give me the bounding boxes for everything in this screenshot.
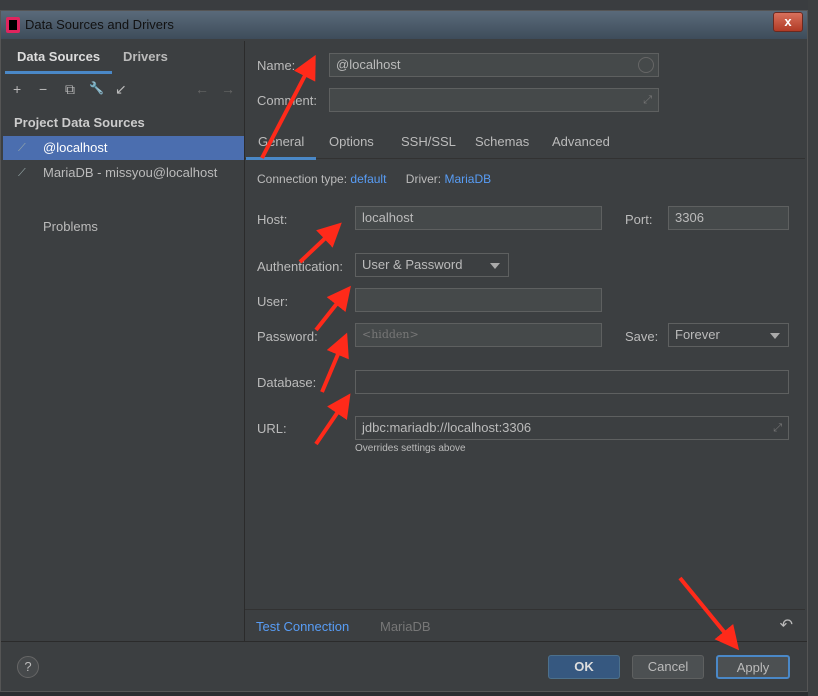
list-item-mariadb[interactable]: ⟋ MariaDB - missyou@localhost <box>3 161 244 185</box>
import-icon[interactable]: ↙ <box>115 81 127 98</box>
tab-options[interactable]: Options <box>329 134 374 149</box>
comment-label: Comment: <box>257 93 317 108</box>
add-icon[interactable]: + <box>13 81 21 97</box>
window-title: Data Sources and Drivers <box>25 17 174 32</box>
driver-label: Driver: <box>405 172 442 186</box>
app-icon <box>6 17 20 33</box>
color-circle-icon[interactable] <box>638 57 654 73</box>
driver-name: MariaDB <box>380 619 431 634</box>
forward-icon[interactable]: → <box>221 81 235 97</box>
url-input[interactable]: jdbc:mariadb://localhost:3306 ⤢ <box>355 416 789 440</box>
settings-panel: Name: @localhost Comment: ⤢ General Opti… <box>245 41 805 641</box>
tab-advanced[interactable]: Advanced <box>552 134 610 149</box>
close-button[interactable]: x <box>773 12 803 32</box>
revert-icon[interactable]: ↶ <box>780 615 793 635</box>
password-label: Password: <box>257 329 318 344</box>
ok-button[interactable]: OK <box>548 655 620 679</box>
list-item-localhost[interactable]: ⟋ @localhost <box>3 136 244 160</box>
button-bar: ? OK Cancel Apply <box>1 641 807 691</box>
database-label: Database: <box>257 375 317 390</box>
test-connection-link[interactable]: Test Connection <box>256 619 349 634</box>
toolbar: + − ⧉ 🔧 ↙ ← → <box>13 81 244 99</box>
password-input[interactable]: <hidden> <box>355 323 602 347</box>
url-label: URL: <box>257 421 287 436</box>
section-heading: Project Data Sources <box>14 115 145 130</box>
comment-input[interactable]: ⤢ <box>329 88 659 112</box>
tab-general[interactable]: General <box>245 134 317 160</box>
datasource-icon: ⟋ <box>18 167 26 179</box>
wrench-icon[interactable]: 🔧 <box>89 81 104 95</box>
name-input[interactable]: @localhost <box>329 53 659 77</box>
title-bar: Data Sources and Drivers x <box>1 11 807 39</box>
driver-link[interactable]: MariaDB <box>444 172 491 186</box>
expand-icon[interactable]: ⤢ <box>643 89 652 111</box>
url-hint: Overrides settings above <box>355 443 466 454</box>
copy-icon[interactable]: ⧉ <box>65 81 75 98</box>
help-button[interactable]: ? <box>17 656 39 678</box>
port-label: Port: <box>625 212 653 227</box>
authentication-select[interactable]: User & Password <box>355 253 509 277</box>
problems-item[interactable]: Problems <box>3 215 244 239</box>
cancel-button[interactable]: Cancel <box>632 655 704 679</box>
name-label: Name: <box>257 58 296 73</box>
save-label: Save: <box>625 329 659 344</box>
remove-icon[interactable]: − <box>39 81 47 97</box>
authentication-label: Authentication: <box>257 259 344 274</box>
connection-type-label: Connection type: <box>257 172 348 186</box>
settings-tabs: General Options SSH/SSL Schemas Advanced <box>245 129 805 160</box>
data-sources-dialog: Data Sources and Drivers x Data Sources … <box>0 10 808 692</box>
host-input[interactable]: localhost <box>355 206 602 230</box>
back-icon[interactable]: ← <box>195 81 209 97</box>
datasource-icon: ⟋ <box>18 142 26 154</box>
tab-schemas[interactable]: Schemas <box>475 134 529 149</box>
footer-bar: Test Connection MariaDB ↶ <box>245 609 805 641</box>
background-ide-right <box>808 0 818 696</box>
tab-data-sources[interactable]: Data Sources <box>4 49 113 74</box>
left-panel: Data Sources Drivers + − ⧉ 🔧 ↙ ← → Proje… <box>3 41 245 641</box>
apply-button[interactable]: Apply <box>716 655 790 679</box>
expand-icon[interactable]: ⤢ <box>773 417 782 439</box>
tab-ssh-ssl[interactable]: SSH/SSL <box>401 134 456 149</box>
host-label: Host: <box>257 212 288 227</box>
database-input[interactable] <box>355 370 789 394</box>
item-label: MariaDB - missyou@localhost <box>43 165 218 180</box>
port-input[interactable]: 3306 <box>668 206 789 230</box>
save-select[interactable]: Forever <box>668 323 789 347</box>
connection-type-link[interactable]: default <box>350 172 386 186</box>
tab-drivers[interactable]: Drivers <box>123 49 168 64</box>
user-input[interactable] <box>355 288 602 312</box>
user-label: User: <box>257 294 289 309</box>
item-label: @localhost <box>43 140 108 155</box>
